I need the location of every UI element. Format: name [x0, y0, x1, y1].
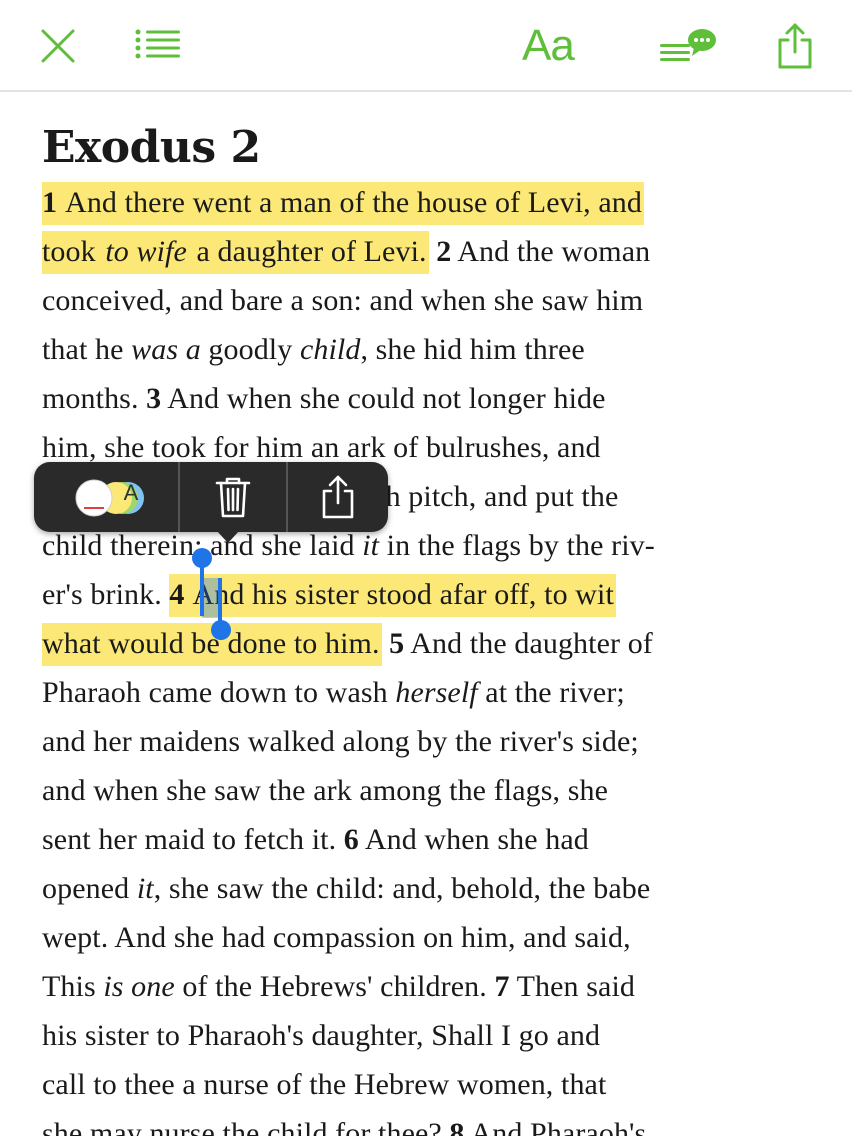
verse-text-run: herself: [395, 676, 478, 709]
text-line[interactable]: call to thee a nurse of the Hebrew women…: [42, 1060, 832, 1109]
highlighted-text: a daughter of Levi.: [188, 231, 429, 274]
highlighted-text: And there went a man of the house of Lev…: [59, 182, 644, 225]
verse-text-run: And the woman: [451, 235, 651, 268]
text-line[interactable]: that he was a goodly child, she hid him …: [42, 325, 832, 374]
verse-text-run: wept. And she had compassion on him, and…: [42, 921, 631, 954]
highlight-popup-menu: A: [34, 462, 388, 532]
verse-text-run: it: [136, 872, 154, 905]
verse-text-run: Then said: [509, 970, 635, 1003]
font-size-label: Aa: [522, 21, 575, 70]
highlighted-text: took: [42, 231, 106, 274]
verse-number: 7: [494, 970, 510, 1003]
highlight-label: A: [123, 480, 139, 505]
verse-text-run: and her maidens walked along by the rive…: [42, 725, 639, 758]
verse-text-run: it: [362, 529, 380, 562]
verse-text-run: and when she saw the ark among the flags…: [42, 774, 609, 807]
close-icon[interactable]: [40, 28, 76, 64]
font-settings-button[interactable]: Aa: [522, 18, 575, 74]
text-line[interactable]: wept. And she had compassion on him, and…: [42, 913, 832, 962]
verse-number: 2: [436, 235, 452, 268]
share-highlight-button[interactable]: [288, 462, 388, 532]
verse-text-run: And when she had: [358, 823, 589, 856]
selection-end-handle[interactable]: [211, 620, 231, 640]
verse-text-run: , she saw the child: and, behold, the ba…: [153, 872, 651, 905]
text-line[interactable]: Pharaoh came down to wash herself at the…: [42, 668, 832, 717]
verse-text-run: was a: [131, 333, 201, 366]
verse-text-run: goodly: [200, 333, 300, 366]
verse-text-run: in the flags by the riv-: [379, 529, 655, 562]
popup-pointer: [216, 530, 240, 543]
selection-start-bar: [200, 560, 204, 616]
verse-number: 5: [389, 627, 405, 660]
text-line[interactable]: er's brink. 4 And his sister stood afar …: [42, 570, 832, 619]
text-line[interactable]: opened it, she saw the child: and, behol…: [42, 864, 832, 913]
text-line[interactable]: his sister to Pharaoh's daughter, Shall …: [42, 1011, 832, 1060]
text-line[interactable]: conceived, and bare a son: and when she …: [42, 276, 832, 325]
verse-text-run: child: [299, 333, 361, 366]
verse-number: 3: [146, 382, 162, 415]
verse-text-run: Pharaoh came down to wash: [42, 676, 396, 709]
verse-number: 4: [169, 574, 187, 617]
verse-text-run: This: [42, 970, 104, 1003]
highlight-color-button[interactable]: A: [70, 462, 180, 532]
verse-text-run: call to thee a nurse of the Hebrew women…: [42, 1068, 607, 1101]
verse-text-run: at the river;: [477, 676, 625, 709]
text-line[interactable]: months. 3 And when she could not longer …: [42, 374, 832, 423]
verse-text-run: And Pharaoh's: [464, 1117, 647, 1136]
verse-number: 6: [343, 823, 359, 856]
verse-text-run: , she hid him three: [360, 333, 585, 366]
verse-text-run: And when she could not longer hide: [161, 382, 606, 415]
text-line[interactable]: 1 And there went a man of the house of L…: [42, 178, 832, 227]
text-line[interactable]: and when she saw the ark among the flags…: [42, 766, 832, 815]
share-icon: [320, 474, 356, 520]
verse-text-run: sent her maid to fetch it.: [42, 823, 344, 856]
verse-text-run: she may nurse the child for thee?: [42, 1117, 450, 1136]
list-icon[interactable]: [134, 28, 182, 60]
text-line[interactable]: and her maidens walked along by the rive…: [42, 717, 832, 766]
text-line[interactable]: she may nurse the child for thee? 8 And …: [42, 1109, 832, 1136]
text-line[interactable]: took to wife a daughter of Levi. 2 And t…: [42, 227, 832, 276]
notes-chat-icon[interactable]: [658, 26, 718, 66]
delete-highlight-button[interactable]: [180, 462, 286, 532]
highlighted-text: And his sister stood afar off, to wit: [186, 574, 616, 617]
reader-content: Exodus 2 1 And there went a man of the h…: [42, 118, 832, 1136]
verse-text-run: opened: [42, 872, 137, 905]
trash-icon: [215, 476, 251, 518]
text-line[interactable]: what would be done to him. 5 And the dau…: [42, 619, 832, 668]
verse-text-run: months.: [42, 382, 147, 415]
chapter-title: Exodus 2: [42, 122, 261, 173]
verse-text-run: his sister to Pharaoh's daughter, Shall …: [42, 1019, 601, 1052]
verse-text[interactable]: 1 And there went a man of the house of L…: [42, 178, 832, 1136]
top-toolbar: Aa: [0, 0, 852, 92]
verse-text-run: conceived, and bare a son: and when she …: [42, 284, 644, 317]
verse-text-run: is one: [103, 970, 175, 1003]
verse-text-run: And the daughter of: [404, 627, 653, 660]
verse-number: 1: [42, 182, 60, 225]
highlighted-text: to wife: [105, 231, 189, 274]
verse-text-run: of the Hebrews' children.: [174, 970, 495, 1003]
verse-number: 8: [449, 1117, 465, 1136]
text-line[interactable]: This is one of the Hebrews' children. 7 …: [42, 962, 832, 1011]
verse-text-run: er's brink.: [42, 578, 170, 611]
verse-text-run: him, she took for him an ark of bulrushe…: [42, 431, 601, 464]
selection-start-handle[interactable]: [192, 548, 212, 568]
verse-text-run: that he: [42, 333, 132, 366]
text-line[interactable]: sent her maid to fetch it. 6 And when sh…: [42, 815, 832, 864]
share-icon[interactable]: [776, 22, 814, 70]
